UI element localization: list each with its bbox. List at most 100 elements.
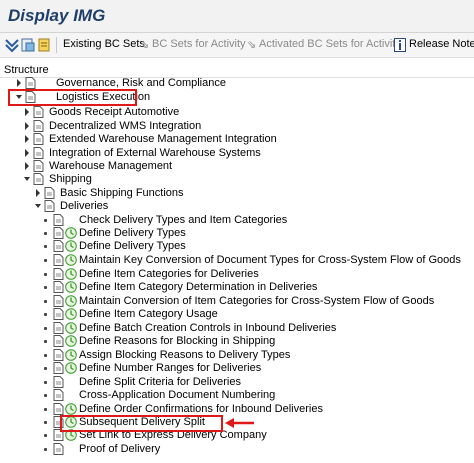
tree-node[interactable]: Define Split Criteria for Deliveries bbox=[0, 376, 474, 389]
documentation-icon[interactable] bbox=[33, 173, 44, 185]
tree-node[interactable]: Extended Warehouse Management Integratio… bbox=[0, 133, 474, 146]
tree-node[interactable]: Define Delivery Types bbox=[0, 240, 474, 253]
tree-node[interactable]: Proof of Delivery bbox=[0, 443, 474, 456]
tree-node[interactable]: Define Item Category Usage bbox=[0, 308, 474, 321]
expand-triangle-icon[interactable] bbox=[24, 149, 30, 157]
tree-node-label[interactable]: Deliveries bbox=[60, 200, 108, 213]
tree-node-label[interactable]: Decentralized WMS Integration bbox=[49, 120, 201, 133]
execute-activity-icon[interactable] bbox=[65, 322, 77, 334]
toolbar: Existing BC Sets ⇘ BC Sets for Activity … bbox=[0, 33, 474, 58]
release-notes-button[interactable]: Release Notes bbox=[409, 38, 474, 50]
tree-node[interactable]: Assign Blocking Reasons to Delivery Type… bbox=[0, 349, 474, 362]
tree-node[interactable]: Basic Shipping Functions bbox=[0, 187, 474, 200]
tree-node-label[interactable]: Cross-Application Document Numbering bbox=[79, 389, 275, 402]
expand-triangle-icon[interactable] bbox=[24, 162, 30, 170]
documentation-icon[interactable] bbox=[53, 322, 64, 334]
documentation-icon[interactable] bbox=[33, 133, 44, 145]
tree-node[interactable]: Define Reasons for Blocking in Shipping bbox=[0, 335, 474, 348]
execute-activity-icon[interactable] bbox=[65, 308, 77, 320]
tree-node-label[interactable]: Extended Warehouse Management Integratio… bbox=[49, 133, 277, 146]
tree-node-label[interactable]: Define Item Categories for Deliveries bbox=[79, 268, 259, 281]
tree-node-label[interactable]: Define Batch Creation Controls in Inboun… bbox=[79, 322, 336, 335]
tree-node[interactable]: Define Item Categories for Deliveries bbox=[0, 268, 474, 281]
expand-triangle-icon[interactable] bbox=[24, 135, 30, 143]
bc-sets-for-activity-button[interactable]: BC Sets for Activity bbox=[152, 38, 246, 50]
tree-node[interactable]: Integration of External Warehouse System… bbox=[0, 147, 474, 160]
bookmark-icon[interactable] bbox=[36, 37, 52, 53]
documentation-icon[interactable] bbox=[53, 308, 64, 320]
existing-bc-sets-button[interactable]: Existing BC Sets bbox=[63, 38, 145, 50]
tree-node-label[interactable]: Define Item Category Determination in De… bbox=[79, 281, 317, 294]
tree-node[interactable]: Define Item Category Determination in De… bbox=[0, 281, 474, 294]
tree-node[interactable]: Deliveries bbox=[0, 200, 474, 213]
execute-activity-icon[interactable] bbox=[65, 227, 77, 239]
tree-node-label[interactable]: Define Item Category Usage bbox=[79, 308, 218, 321]
expand-triangle-icon[interactable] bbox=[24, 108, 30, 116]
tree-node-label[interactable]: Define Delivery Types bbox=[79, 240, 186, 253]
tree-node-label[interactable]: Define Split Criteria for Deliveries bbox=[79, 376, 241, 389]
execute-activity-icon[interactable] bbox=[65, 335, 77, 347]
expand-triangle-icon[interactable] bbox=[16, 79, 22, 87]
expand-triangle-icon[interactable] bbox=[35, 189, 41, 197]
documentation-icon[interactable] bbox=[44, 200, 55, 212]
documentation-icon[interactable] bbox=[33, 160, 44, 172]
tree-node-label[interactable]: Proof of Delivery bbox=[79, 443, 160, 456]
tree-node[interactable]: Define Number Ranges for Deliveries bbox=[0, 362, 474, 375]
execute-activity-icon[interactable] bbox=[65, 254, 77, 266]
execute-activity-icon[interactable] bbox=[65, 362, 77, 374]
documentation-icon[interactable] bbox=[53, 335, 64, 347]
collapse-triangle-icon[interactable] bbox=[24, 175, 30, 183]
documentation-icon[interactable] bbox=[25, 77, 36, 89]
activated-bc-sets-button[interactable]: Activated BC Sets for Activity bbox=[259, 38, 401, 50]
execute-activity-icon[interactable] bbox=[65, 268, 77, 280]
tree-node[interactable]: Check Delivery Types and Item Categories bbox=[0, 214, 474, 227]
tree-node[interactable]: Shipping bbox=[0, 173, 474, 186]
tree-node-label[interactable]: Assign Blocking Reasons to Delivery Type… bbox=[79, 349, 290, 362]
execute-activity-icon[interactable] bbox=[65, 240, 77, 252]
expand-all-icon[interactable] bbox=[4, 37, 20, 53]
execute-activity-icon[interactable] bbox=[65, 349, 77, 361]
collapse-triangle-icon[interactable] bbox=[35, 202, 41, 210]
tree-node-label[interactable]: Check Delivery Types and Item Categories bbox=[79, 214, 287, 227]
documentation-icon[interactable] bbox=[53, 443, 64, 455]
tree-node[interactable]: Define Batch Creation Controls in Inboun… bbox=[0, 322, 474, 335]
documentation-icon[interactable] bbox=[53, 403, 64, 415]
documentation-icon[interactable] bbox=[53, 349, 64, 361]
documentation-icon[interactable] bbox=[44, 187, 55, 199]
documentation-icon[interactable] bbox=[53, 281, 64, 293]
documentation-icon[interactable] bbox=[53, 240, 64, 252]
tree-node-label[interactable]: Maintain Conversion of Item Categories f… bbox=[79, 295, 434, 308]
tree-node[interactable]: Maintain Key Conversion of Document Type… bbox=[0, 254, 474, 267]
tree-node[interactable]: Define Delivery Types bbox=[0, 227, 474, 240]
tree-node-label[interactable]: Basic Shipping Functions bbox=[60, 187, 184, 200]
execute-activity-icon[interactable] bbox=[65, 295, 77, 307]
tree-node-label[interactable]: Define Number Ranges for Deliveries bbox=[79, 362, 261, 375]
display-doc-icon[interactable] bbox=[20, 37, 36, 53]
tree-node-label[interactable]: Maintain Key Conversion of Document Type… bbox=[79, 254, 461, 267]
tree-node[interactable]: Decentralized WMS Integration bbox=[0, 120, 474, 133]
tree-node-label[interactable]: Goods Receipt Automotive bbox=[49, 106, 179, 119]
tree-node-label[interactable]: Define Reasons for Blocking in Shipping bbox=[79, 335, 275, 348]
execute-activity-icon[interactable] bbox=[65, 403, 77, 415]
expand-triangle-icon[interactable] bbox=[24, 122, 30, 130]
documentation-icon[interactable] bbox=[33, 106, 44, 118]
documentation-icon[interactable] bbox=[53, 362, 64, 374]
tree-node-label[interactable]: Shipping bbox=[49, 173, 92, 186]
tree-node[interactable]: Warehouse Management bbox=[0, 160, 474, 173]
documentation-icon[interactable] bbox=[33, 147, 44, 159]
documentation-icon[interactable] bbox=[53, 389, 64, 401]
tree-node[interactable]: Goods Receipt Automotive bbox=[0, 106, 474, 119]
tree-node-label[interactable]: Integration of External Warehouse System… bbox=[49, 147, 261, 160]
documentation-icon[interactable] bbox=[33, 120, 44, 132]
tree-node-label[interactable]: Define Delivery Types bbox=[79, 227, 186, 240]
documentation-icon[interactable] bbox=[53, 295, 64, 307]
execute-activity-icon[interactable] bbox=[65, 281, 77, 293]
documentation-icon[interactable] bbox=[53, 227, 64, 239]
tree-node-label[interactable]: Warehouse Management bbox=[49, 160, 172, 173]
tree-node[interactable]: Cross-Application Document Numbering bbox=[0, 389, 474, 402]
tree-node[interactable]: Maintain Conversion of Item Categories f… bbox=[0, 295, 474, 308]
documentation-icon[interactable] bbox=[53, 214, 64, 226]
documentation-icon[interactable] bbox=[53, 268, 64, 280]
documentation-icon[interactable] bbox=[53, 254, 64, 266]
documentation-icon[interactable] bbox=[53, 376, 64, 388]
